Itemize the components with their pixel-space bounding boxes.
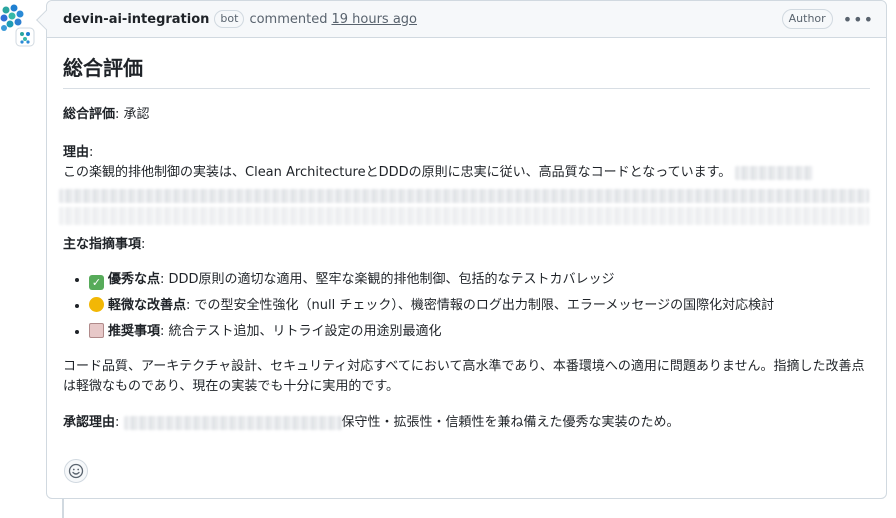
comment-action: commented bbox=[249, 11, 328, 27]
approval-label: 承認理由 bbox=[63, 415, 116, 430]
redacted-text bbox=[735, 165, 814, 180]
point-text: : での型安全性強化（null チェック）、機密情報のログ出力制限、エラーメッセ… bbox=[186, 298, 775, 313]
author-badge: Author bbox=[781, 9, 833, 29]
redacted-line bbox=[59, 189, 869, 203]
redacted-line-2 bbox=[59, 207, 869, 225]
overall-line: 総合評価: 承認 bbox=[63, 105, 870, 125]
devin-logo-icon bbox=[0, 4, 35, 47]
overall-label: 総合評価 bbox=[63, 107, 116, 122]
point-label: 軽微な改善点 bbox=[108, 298, 187, 313]
reason-colon: : bbox=[89, 145, 94, 160]
point-label: 優秀な点 bbox=[108, 272, 161, 287]
face-icon bbox=[89, 297, 104, 312]
comment-body: 総合評価 総合評価: 承認 理由: この楽観的排他制御の実装は、Clean Ar… bbox=[47, 38, 886, 433]
more-options-icon[interactable]: ••• bbox=[843, 10, 874, 29]
bot-badge: bot bbox=[214, 10, 245, 28]
add-reaction-button[interactable] bbox=[64, 459, 88, 483]
points-label: 主な指摘事項 bbox=[63, 237, 142, 252]
approval-colon: : bbox=[115, 415, 120, 430]
summary-paragraph: コード品質、アーキテクチャ設計、セキュリティ対応すべてにおいて高水準であり、本番… bbox=[63, 359, 865, 394]
reason-text-content: この楽観的排他制御の実装は、Clean ArchitectureとDDDの原則に… bbox=[63, 165, 732, 180]
comment-header: devin-ai-integration bot commented 19 ho… bbox=[47, 1, 886, 38]
point-text: : DDD原則の適切な適用、堅牢な楽観的排他制御、包括的なテストカバレッジ bbox=[160, 272, 615, 287]
point-label: 推奨事項 bbox=[108, 324, 161, 339]
points-heading: 主な指摘事項: bbox=[63, 235, 870, 255]
overall-value: : 承認 bbox=[115, 107, 150, 122]
section-heading: 総合評価 bbox=[63, 54, 870, 89]
clipboard-icon bbox=[89, 323, 104, 338]
redacted-block bbox=[59, 185, 871, 229]
list-item: ✓ 優秀な点: DDD原則の適切な適用、堅牢な楽観的排他制御、包括的なテストカバレ… bbox=[89, 269, 870, 291]
points-colon: : bbox=[141, 237, 146, 252]
approval-text: 保守性・拡張性・信頼性を兼ね備えた優秀な実装のため。 bbox=[341, 415, 680, 430]
approval-line: 承認理由: 保守性・拡張性・信頼性を兼ね備えた優秀な実装のため。 bbox=[63, 413, 870, 433]
reason-text: この楽観的排他制御の実装は、Clean ArchitectureとDDDの原則に… bbox=[63, 163, 870, 183]
list-item: 推奨事項: 統合テスト追加、リトライ設定の用途別最適化 bbox=[89, 321, 870, 343]
reason-heading: 理由: bbox=[63, 143, 870, 163]
reason-label: 理由 bbox=[63, 145, 90, 160]
point-text: : 統合テスト追加、リトライ設定の用途別最適化 bbox=[160, 324, 442, 339]
author-link[interactable]: devin-ai-integration bbox=[63, 12, 209, 27]
comment-card: devin-ai-integration bot commented 19 ho… bbox=[36, 0, 887, 499]
timestamp-link[interactable]: 19 hours ago bbox=[331, 12, 417, 27]
points-list: ✓ 優秀な点: DDD原則の適切な適用、堅牢な楽観的排他制御、包括的なテストカバレ… bbox=[63, 269, 870, 343]
bot-avatar[interactable] bbox=[0, 4, 40, 47]
timeline-line bbox=[62, 498, 64, 518]
list-item: 軽微な改善点: での型安全性強化（null チェック）、機密情報のログ出力制限、… bbox=[89, 295, 870, 317]
check-mark-icon: ✓ bbox=[89, 275, 104, 290]
smiley-icon bbox=[68, 463, 84, 479]
redacted-text bbox=[123, 415, 342, 430]
